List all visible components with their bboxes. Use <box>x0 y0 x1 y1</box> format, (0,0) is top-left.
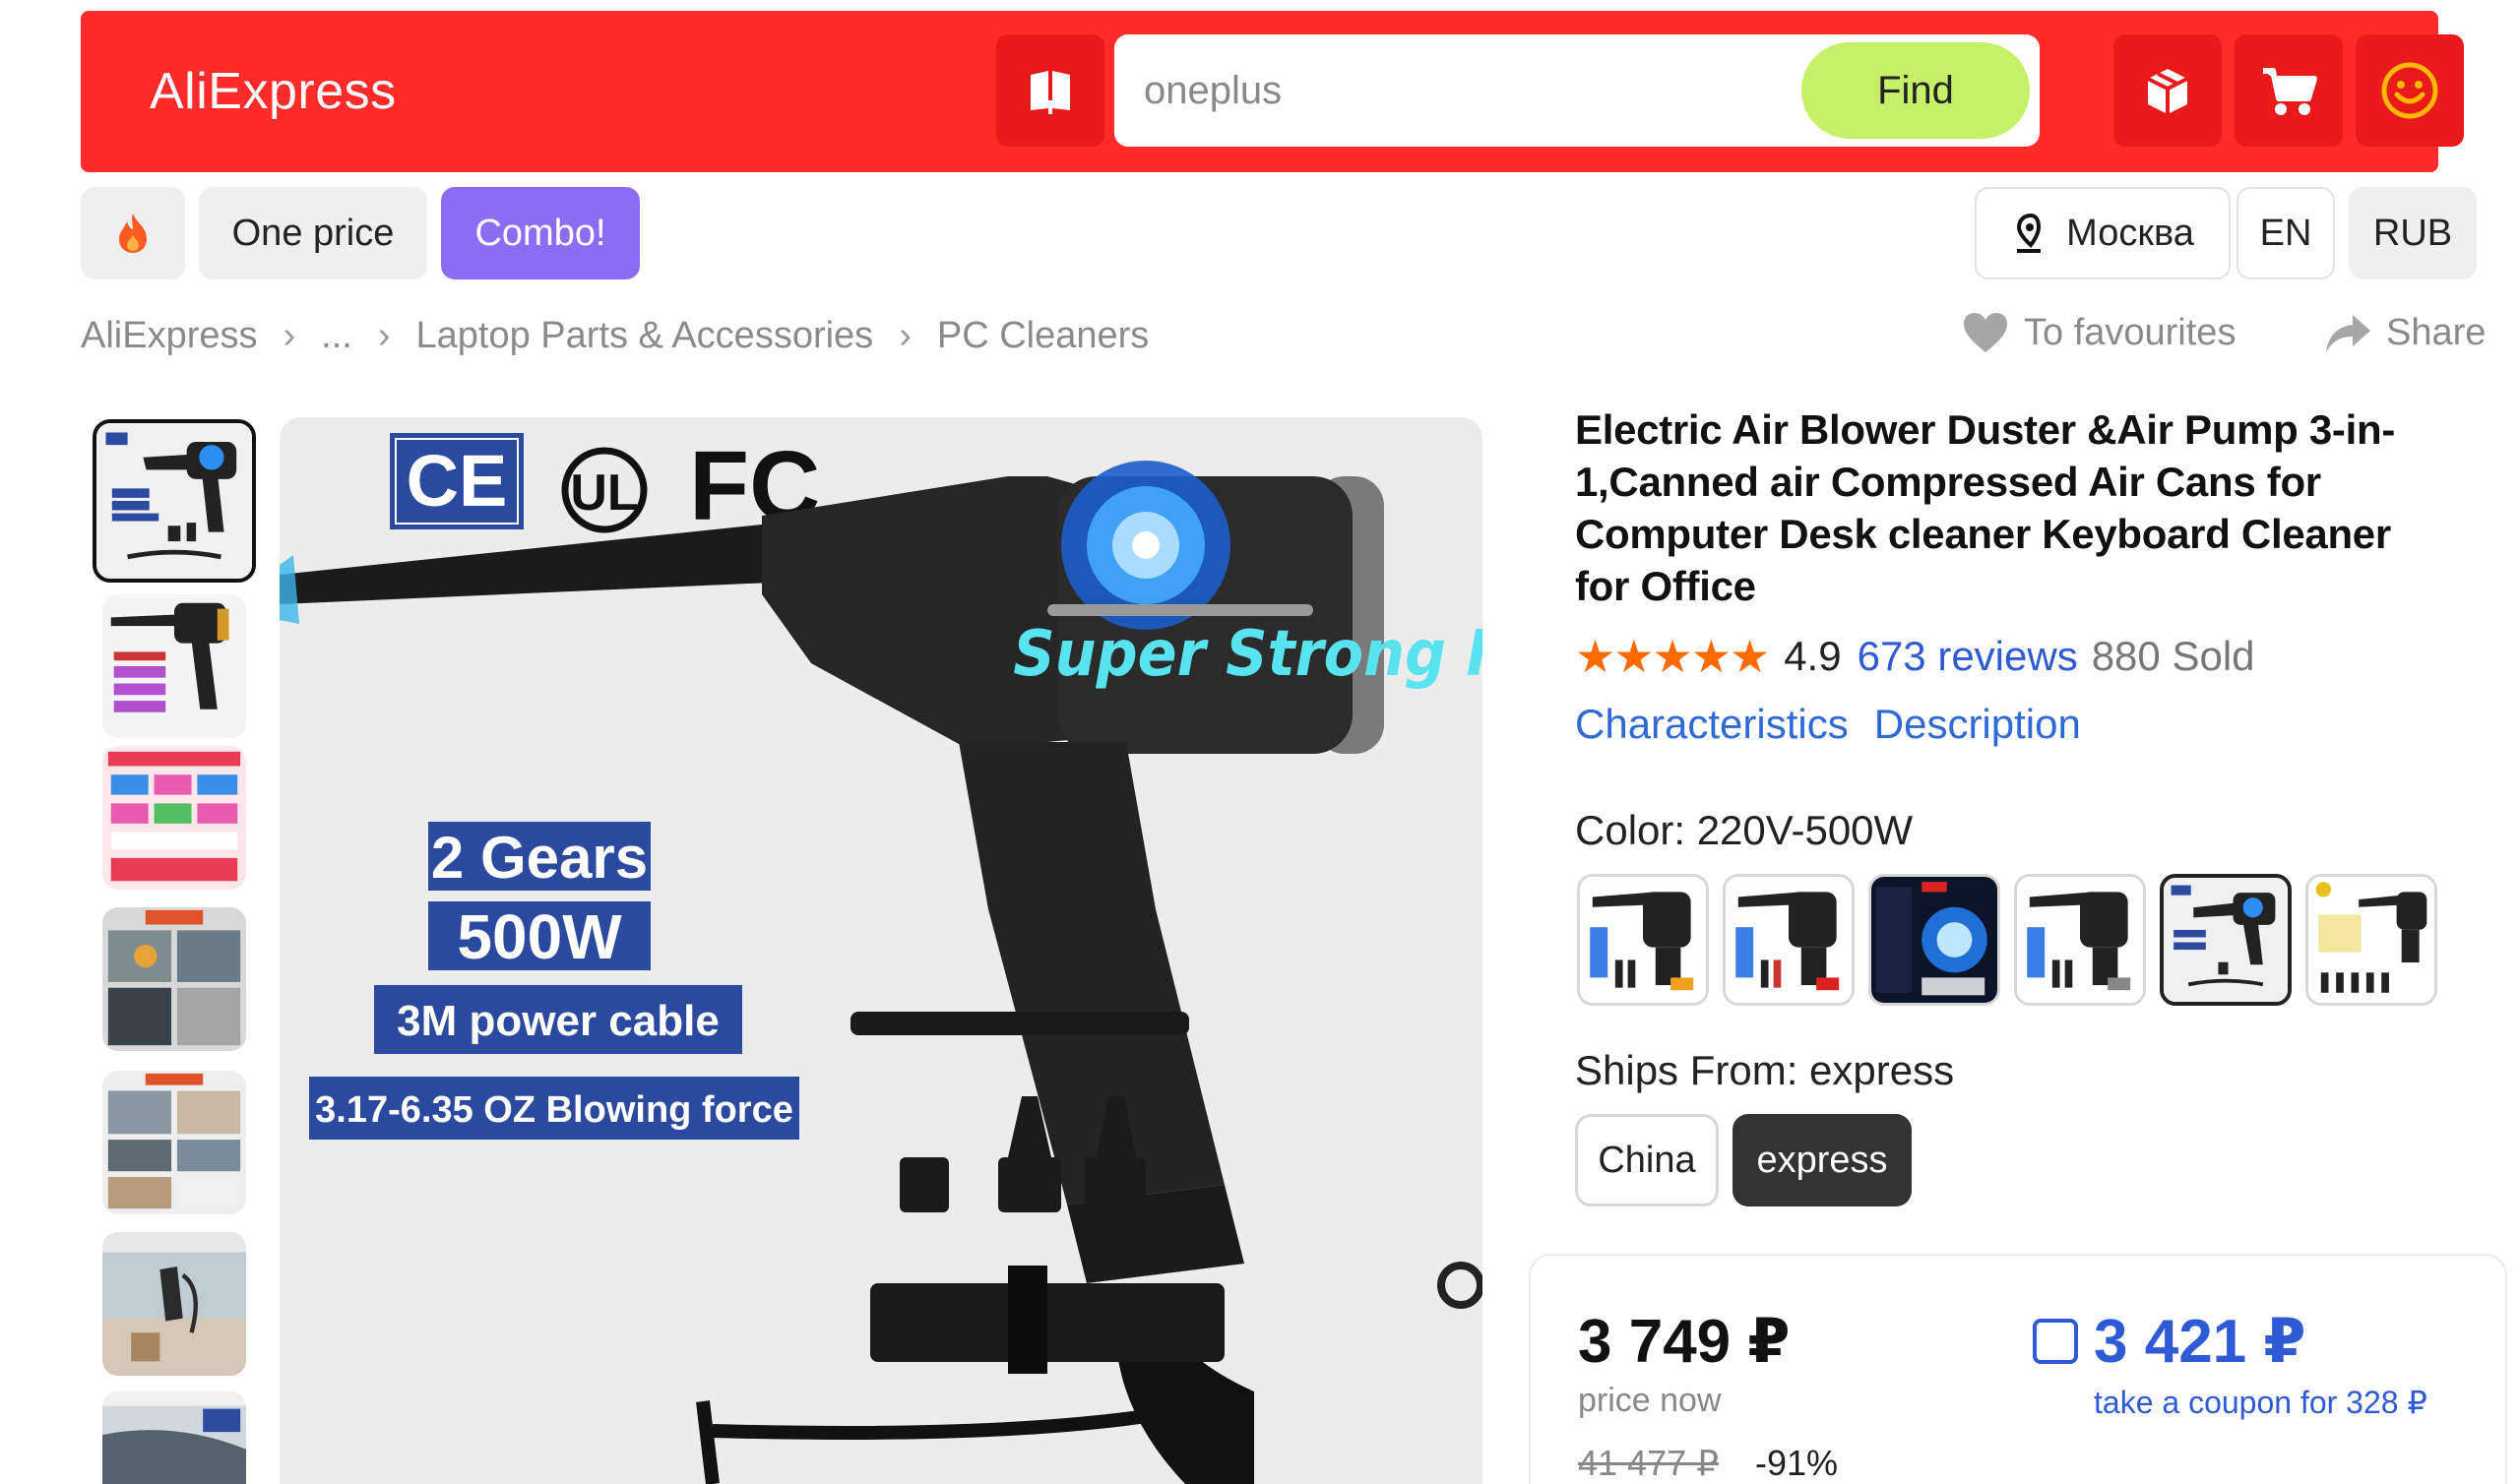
swatch-image <box>1871 877 1997 1003</box>
thumbnail-6[interactable] <box>102 1232 246 1376</box>
fire-icon <box>119 214 147 253</box>
product-tabs: Characteristics Description <box>1575 701 2107 748</box>
product-thumbnail-image <box>102 1071 246 1214</box>
tab-description[interactable]: Description <box>1874 701 2081 748</box>
breadcrumb-item[interactable]: ... <box>321 315 352 357</box>
chevron-right-icon: › <box>899 315 912 356</box>
tab-characteristics[interactable]: Characteristics <box>1575 701 1849 748</box>
location-button[interactable]: Москва <box>1975 187 2231 279</box>
product-thumbnail-image <box>102 594 246 738</box>
thumbnail-7[interactable] <box>102 1391 246 1484</box>
reviews-link[interactable]: 673 reviews <box>1858 633 2078 680</box>
currency-button[interactable]: RUB <box>2349 187 2477 279</box>
discount-badge: -91% <box>1755 1443 1839 1483</box>
swatch-image <box>2308 877 2434 1003</box>
cart-button[interactable] <box>2235 34 2343 147</box>
svg-text:CE: CE <box>407 440 508 522</box>
color-swatch-4[interactable] <box>2014 874 2146 1006</box>
breadcrumb-item[interactable]: AliExpress <box>81 315 258 357</box>
thumbnail-2[interactable] <box>102 594 246 738</box>
swatch-image <box>2017 877 2143 1003</box>
product-thumbnail-image <box>102 907 246 1051</box>
breadcrumb-item[interactable]: PC Cleaners <box>937 315 1149 357</box>
watts-label: 500W <box>457 901 622 972</box>
find-button[interactable]: Find <box>1801 42 2030 139</box>
thumbnail-5[interactable] <box>102 1071 246 1214</box>
swatch-image <box>1580 877 1706 1003</box>
breadcrumb-item[interactable]: Laptop Parts & Accessories <box>416 315 874 357</box>
price-now-label: price now <box>1578 1382 1722 1419</box>
aliexpress-logo[interactable]: AliExpress <box>150 62 397 121</box>
price-box: 3 749 ₽ price now 41 477 ₽ -91% 3 421 ₽ … <box>1529 1254 2507 1484</box>
cart-icon <box>2263 68 2317 115</box>
top-header: AliExpress Find <box>81 11 2464 172</box>
chevron-right-icon: › <box>377 315 391 356</box>
language-button[interactable]: EN <box>2236 187 2335 279</box>
product-thumbnail-image <box>96 423 252 579</box>
svg-text:UL: UL <box>570 464 638 522</box>
box-icon <box>2147 69 2188 114</box>
product-title: Electric Air Blower Duster &Air Pump 3-i… <box>1575 406 2396 609</box>
product-photo: CE UL FC Super Strong Force 2 Gears 500W <box>280 417 1482 1484</box>
one-price-button[interactable]: One price <box>199 187 427 279</box>
favourites-label: To favourites <box>2024 311 2236 353</box>
power-cable-label: 3M power cable <box>397 997 720 1045</box>
share-arrow-icon <box>2326 315 2370 352</box>
color-label: Color: 220V-500W <box>1575 807 1914 853</box>
blowing-force-label: 3.17-6.35 OZ Blowing force <box>315 1089 793 1131</box>
book-icon <box>1031 71 1070 114</box>
coupon-checkbox[interactable] <box>2033 1319 2078 1364</box>
share-label: Share <box>2386 311 2487 353</box>
ships-option-china[interactable]: China <box>1575 1114 1719 1206</box>
heart-icon <box>1964 313 2007 352</box>
product-thumbnail-image <box>102 1232 246 1376</box>
catalog-button[interactable] <box>996 34 1104 147</box>
old-price: 41 477 ₽ <box>1578 1443 1720 1483</box>
gears-label: 2 Gears <box>431 825 648 891</box>
main-product-image[interactable]: CE UL FC Super Strong Force 2 Gears 500W <box>280 417 1482 1484</box>
share-button[interactable]: Share <box>2323 311 2486 354</box>
current-price: 3 749 ₽ <box>1578 1308 1791 1376</box>
color-swatch-6[interactable] <box>2305 874 2437 1006</box>
product-thumbnail-image <box>102 746 246 890</box>
orders-button[interactable] <box>2113 34 2222 147</box>
thumbnail-3[interactable] <box>102 746 246 890</box>
ships-option-express[interactable]: express <box>1732 1114 1912 1206</box>
search-input[interactable] <box>1144 34 1784 147</box>
swatch-image <box>2164 878 2288 1002</box>
chevron-right-icon: › <box>283 315 296 356</box>
thumbnail-4[interactable] <box>102 907 246 1051</box>
favourites-button[interactable]: To favourites <box>1961 311 2236 354</box>
ce-badge: CE <box>390 433 524 529</box>
rating-row: ★★★★★ 4.9 673 reviews 880 Sold <box>1575 630 2255 683</box>
color-swatch-2[interactable] <box>1723 874 1855 1006</box>
search-box: Find <box>1114 34 2040 147</box>
star-rating-icon: ★★★★★ <box>1575 631 1770 682</box>
color-swatch-5-selected[interactable] <box>2160 874 2292 1006</box>
location-pin-icon <box>2017 213 2042 253</box>
product-thumbnail-image <box>102 1391 246 1484</box>
coupon-price[interactable]: 3 421 ₽ <box>2094 1305 2306 1377</box>
thumbnail-1[interactable] <box>93 419 256 583</box>
super-strong-force-label: Super Strong Force <box>1013 617 1482 691</box>
breadcrumb: AliExpress › ... › Laptop Parts & Access… <box>81 315 1149 357</box>
smiley-icon <box>2381 62 2438 119</box>
rating-value: 4.9 <box>1784 633 1842 679</box>
combo-button[interactable]: Combo! <box>441 187 640 279</box>
location-label: Москва <box>2066 212 2194 254</box>
coupon-label[interactable]: take a coupon for 328 ₽ <box>2094 1384 2427 1421</box>
profile-button[interactable] <box>2356 34 2464 147</box>
color-swatch-1[interactable] <box>1577 874 1709 1006</box>
hot-deals-button[interactable] <box>81 187 185 279</box>
color-swatch-3[interactable] <box>1868 874 2000 1006</box>
sold-count: 880 Sold <box>2091 633 2255 679</box>
swatch-image <box>1726 877 1852 1003</box>
ships-from-label: Ships From: express <box>1575 1047 1955 1093</box>
